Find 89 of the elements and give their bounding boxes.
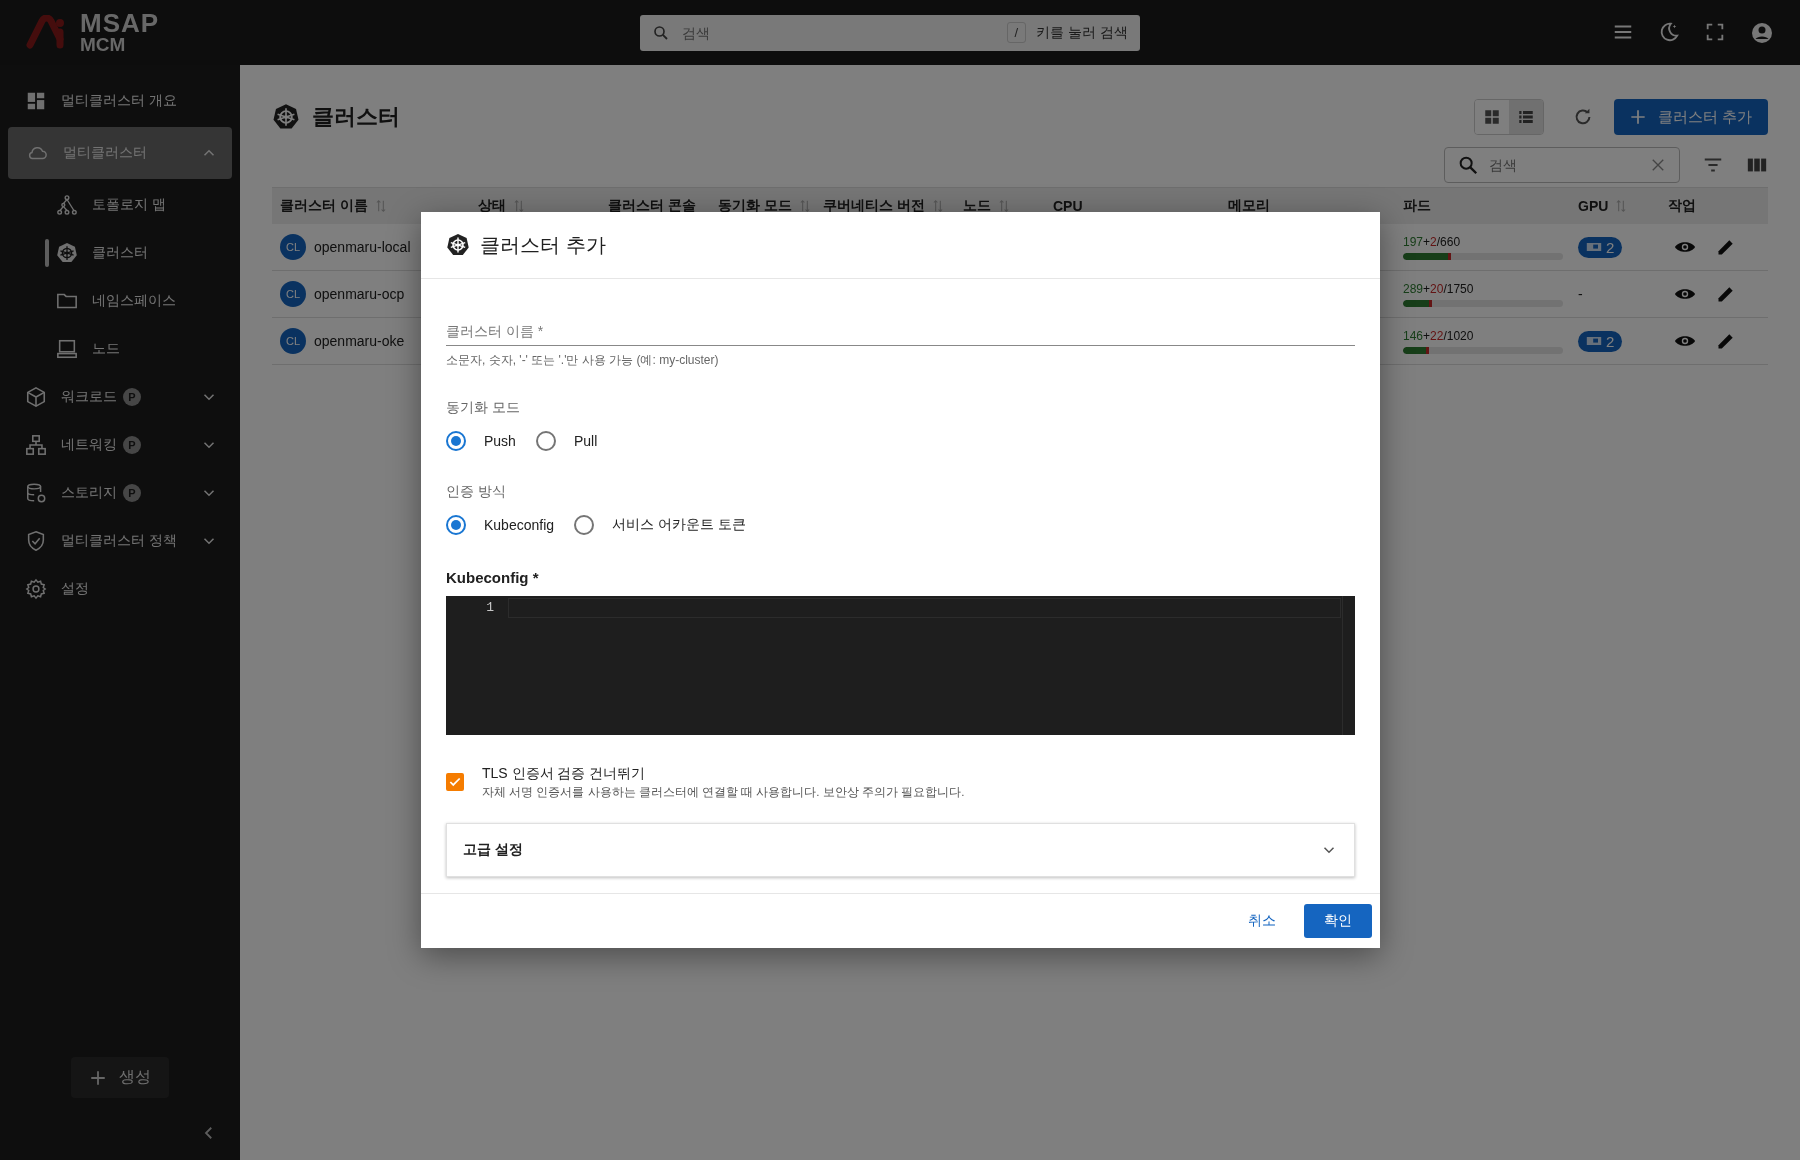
- column-header[interactable]: 작업: [1660, 187, 1768, 224]
- dialog-title: 클러스터 추가: [480, 232, 606, 258]
- helm-wheel-icon: [272, 103, 300, 131]
- create-button[interactable]: 생성: [71, 1057, 169, 1098]
- pencil-icon: [1716, 237, 1736, 257]
- cluster-name[interactable]: openmaru-local: [314, 239, 411, 255]
- sort-icon: [512, 198, 526, 214]
- helm-wheel-icon: [56, 242, 78, 264]
- gpu-count: -: [1578, 286, 1583, 302]
- column-header[interactable]: 클러스터 이름: [272, 187, 470, 224]
- radio-label: Kubeconfig: [484, 517, 555, 533]
- radio-button[interactable]: [446, 515, 466, 535]
- line-number: 1: [485, 600, 494, 615]
- sidebar-item[interactable]: 스토리지 P: [8, 469, 232, 517]
- grid-icon: [1482, 108, 1501, 126]
- sidebar-item[interactable]: 멀티클러스터 정책: [8, 517, 232, 565]
- plus-icon: [89, 1068, 107, 1087]
- cluster-avatar: CL: [280, 281, 306, 307]
- pod-count: 289+20/1750: [1403, 281, 1474, 296]
- sidebar-item[interactable]: 워크로드 P: [8, 373, 232, 421]
- plan-badge: P: [123, 436, 141, 454]
- sidebar-subitem[interactable]: 토폴로지 맵: [8, 181, 232, 229]
- network-icon: [25, 434, 47, 456]
- checkbox-label: TLS 인증서 검증 건너뛰기: [482, 764, 647, 783]
- shield-icon: [25, 530, 47, 552]
- global-search-field[interactable]: 검색: [680, 23, 997, 42]
- list-view-button[interactable]: [1508, 100, 1543, 134]
- cube-icon: [25, 386, 47, 408]
- dashboard-icon: [25, 90, 47, 112]
- checkbox-description: 자체 서명 인증서를 사용하는 클러스터에 연결할 때 사용합니다. 보안상 주의가 필요합니다.: [482, 785, 965, 800]
- radio-label: Pull: [573, 433, 598, 449]
- cancel-button[interactable]: 취소: [1230, 904, 1294, 938]
- radio-button[interactable]: [535, 431, 556, 451]
- account-icon: [1750, 20, 1774, 45]
- confirm-button[interactable]: 확인: [1304, 904, 1372, 938]
- sidebar-item[interactable]: 멀티클러스터 개요: [8, 77, 232, 125]
- sidebar-item[interactable]: 멀티클러스터: [8, 127, 232, 179]
- laptop-icon: [56, 338, 78, 360]
- field-label: 인증 방식: [446, 483, 507, 501]
- radio-label: 서비스 어카운트 토큰: [612, 516, 746, 534]
- cluster-avatar: CL: [280, 234, 306, 260]
- pod-count: 197+2/660: [1403, 234, 1461, 249]
- advanced-settings-accordion[interactable]: 고급 설정: [446, 823, 1355, 877]
- field-label: Kubeconfig *: [446, 569, 540, 586]
- radio-button[interactable]: [446, 431, 466, 451]
- sidebar-subitem[interactable]: 노드: [8, 325, 232, 373]
- radio-button[interactable]: [574, 515, 595, 535]
- gpu-card-icon: [1586, 241, 1602, 253]
- checkbox[interactable]: [446, 773, 464, 791]
- plan-badge: P: [123, 484, 141, 502]
- shortcut-hint: 키를 눌러 검색: [1036, 23, 1128, 42]
- sidebar-subitem[interactable]: 클러스터: [8, 229, 232, 277]
- search-bar[interactable]: 검색: [1444, 147, 1680, 183]
- helm-wheel-icon: [446, 233, 470, 257]
- pencil-icon: [1716, 331, 1736, 351]
- page-title: 클러스터: [312, 103, 400, 131]
- add-cluster-button[interactable]: 클러스터 추가: [1613, 99, 1768, 135]
- sidebar-item[interactable]: 네트워킹 P: [8, 421, 232, 469]
- search-icon: [1457, 154, 1479, 176]
- check-icon: [448, 775, 462, 789]
- pod-count: 146+22/1020: [1403, 328, 1474, 343]
- logo-subtext: MCM: [80, 35, 127, 53]
- column-header[interactable]: GPU: [1570, 187, 1660, 224]
- sidebar-item[interactable]: 설정: [8, 565, 232, 613]
- topology-icon: [56, 194, 78, 216]
- list-icon: [1516, 108, 1535, 126]
- cluster-avatar: CL: [280, 328, 306, 354]
- search-icon: [652, 23, 670, 42]
- pencil-icon: [1716, 284, 1736, 304]
- sidebar-subitem[interactable]: 네임스페이스: [8, 277, 232, 325]
- field-label: 동기화 모드: [446, 399, 521, 417]
- column-header[interactable]: 파드: [1395, 187, 1570, 224]
- database-icon: [25, 482, 47, 504]
- shortcut-key: /: [1006, 22, 1027, 43]
- plus-icon: [1629, 109, 1646, 125]
- gear-icon: [25, 578, 47, 600]
- moon-icon: [1658, 20, 1680, 43]
- sort-icon: [997, 198, 1011, 214]
- logo-text: MSAP: [80, 12, 160, 36]
- gpu-card-icon: [1586, 335, 1602, 347]
- cluster-name[interactable]: openmaru-oke: [314, 333, 405, 349]
- plan-badge: P: [123, 388, 141, 406]
- cluster-name[interactable]: openmaru-ocp: [314, 286, 405, 302]
- gpu-badge: 2: [1578, 330, 1623, 352]
- radio-label: Push: [484, 433, 516, 449]
- global-search-bar[interactable]: 검색 / 키를 눌러 검색: [640, 14, 1140, 51]
- gpu-badge: 2: [1578, 236, 1623, 258]
- helper-text: 소문자, 숫자, '-' 또는 '.'만 사용 가능 (예: my-cluster): [446, 352, 720, 369]
- code-editor[interactable]: 1: [446, 596, 1355, 735]
